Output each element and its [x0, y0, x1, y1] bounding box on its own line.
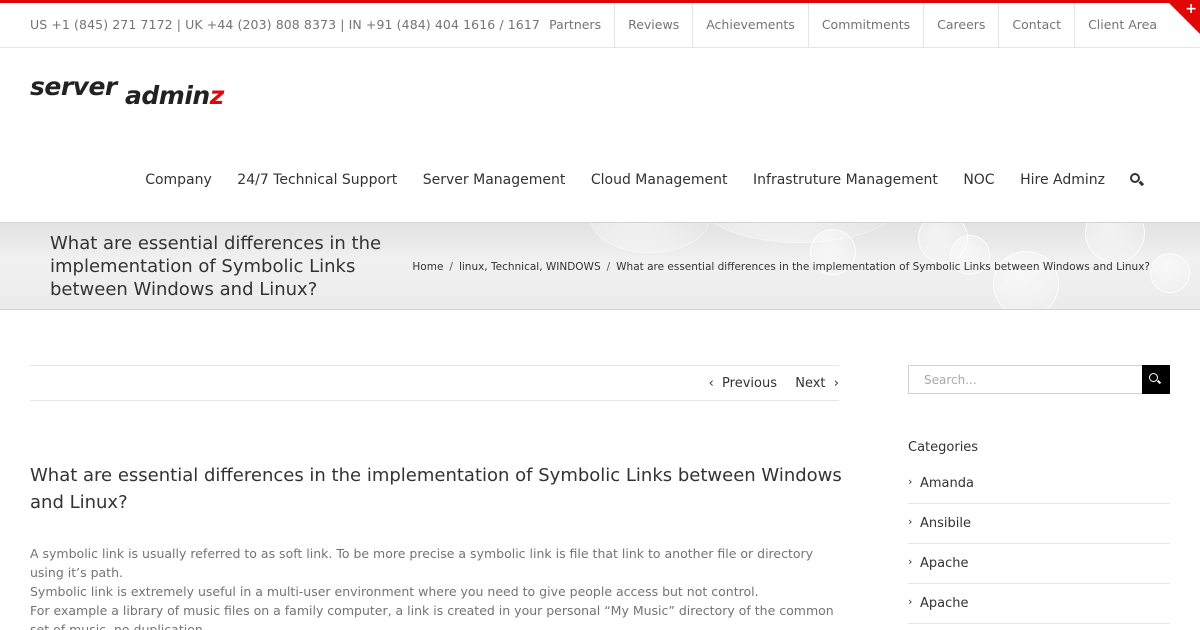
breadcrumb-home[interactable]: Home — [412, 261, 443, 273]
site-logo[interactable]: server adminz — [30, 72, 232, 112]
search-icon — [1149, 373, 1162, 386]
chevron-left-icon: ‹ — [708, 376, 723, 391]
breadcrumb-categories[interactable]: linux, Technical, WINDOWS — [459, 261, 601, 273]
breadcrumb: Home / linux, Technical, WINDOWS / What are … — [412, 261, 1150, 273]
main-nav-hire-adminz[interactable]: Hire Adminz — [1020, 172, 1105, 188]
main-nav-cloud-management[interactable]: Cloud Management — [591, 172, 728, 188]
breadcrumb-separator: / — [449, 261, 453, 273]
logo-word-server: server — [30, 72, 117, 101]
secondary-nav-commitments[interactable]: Commitments — [807, 3, 923, 47]
plus-icon[interactable]: + — [1185, 1, 1197, 17]
secondary-nav-client-area[interactable]: Client Area — [1074, 3, 1170, 47]
main-nav-infrastructure-management[interactable]: Infrastruture Management — [753, 172, 938, 188]
top-bar: US +1 (845) 271 7172 | UK +44 (203) 808 … — [0, 0, 1200, 48]
main-nav-technical-support[interactable]: 24/7 Technical Support — [237, 172, 397, 188]
page-title-bar: What are essential differences in the im… — [0, 222, 1200, 310]
main-nav-server-management[interactable]: Server Management — [423, 172, 566, 188]
post-content: A symbolic link is usually referred to a… — [30, 544, 839, 630]
post-paragraph: For example a library of music files on … — [30, 603, 834, 630]
chevron-right-icon: › — [908, 515, 913, 528]
secondary-nav-achievements[interactable]: Achievements — [692, 3, 808, 47]
categories-heading: Categories — [908, 440, 979, 455]
next-post-link[interactable]: Next › — [795, 376, 839, 391]
category-item[interactable]: › Amanda — [908, 464, 1170, 504]
previous-post-link[interactable]: ‹ Previous — [709, 376, 777, 391]
chevron-right-icon: › — [908, 475, 913, 488]
chevron-right-icon: › — [825, 376, 839, 391]
search-input[interactable] — [908, 365, 1142, 394]
secondary-nav-careers[interactable]: Careers — [923, 3, 998, 47]
category-item[interactable]: › Ansibile — [908, 504, 1170, 544]
search-icon[interactable] — [1129, 172, 1145, 188]
breadcrumb-current: What are essential differences in the im… — [616, 261, 1150, 273]
main-nav-company[interactable]: Company — [145, 172, 212, 188]
contact-phone-numbers: US +1 (845) 271 7172 | UK +44 (203) 808 … — [30, 17, 540, 32]
secondary-nav-reviews[interactable]: Reviews — [614, 3, 692, 47]
logo-word-adminz: adminz — [125, 81, 224, 110]
post-paragraph: A symbolic link is usually referred to a… — [30, 546, 814, 580]
post-navigation: ‹ Previous Next › — [30, 365, 839, 401]
main-nav-noc[interactable]: NOC — [963, 172, 994, 188]
sidebar-search — [908, 365, 1170, 394]
category-item[interactable]: › Apache — [908, 544, 1170, 584]
category-item[interactable]: › Apache — [908, 584, 1170, 624]
chevron-right-icon: › — [908, 555, 913, 568]
secondary-nav-partners[interactable]: Partners — [536, 3, 614, 47]
page-title: What are essential differences in the im… — [50, 233, 382, 300]
breadcrumb-separator: / — [606, 261, 611, 273]
search-button[interactable] — [1142, 365, 1170, 394]
chevron-right-icon: › — [908, 595, 913, 608]
post-title: What are essential differences in the im… — [30, 465, 842, 513]
main-nav: Company 24/7 Technical Support Server Ma… — [120, 172, 1145, 188]
post-paragraph: Symbolic link is extremely useful in a m… — [30, 584, 759, 599]
secondary-nav-contact[interactable]: Contact — [998, 3, 1074, 47]
secondary-nav: Partners Reviews Achievements Commitment… — [536, 3, 1170, 47]
categories-list: › Amanda › Ansibile › Apache › Apache — [908, 464, 1170, 624]
